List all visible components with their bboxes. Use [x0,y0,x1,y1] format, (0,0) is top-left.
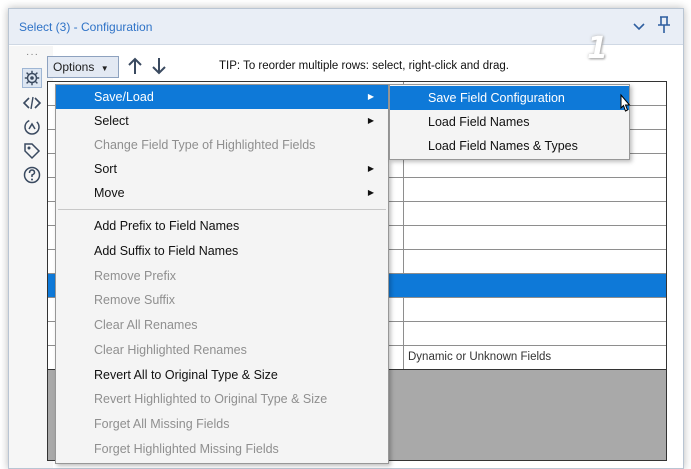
menu-item-label: Forget Highlighted Missing Fields [94,442,279,456]
menu-item-save-load[interactable]: Save/Load ▶ [56,85,388,109]
menu-item-label: Remove Prefix [94,269,176,283]
menu-item-label: Clear Highlighted Renames [94,343,247,357]
dropdown-triangle-icon: ▼ [100,64,109,73]
mouse-pointer-icon [620,93,631,112]
menu-item-clear-highlighted-renames[interactable]: Clear Highlighted Renames [56,338,388,362]
options-label: Options [53,60,95,74]
configuration-gear-icon[interactable] [22,68,42,88]
menu-item-add-prefix[interactable]: Add Prefix to Field Names [56,214,388,238]
menu-item-select[interactable]: Select ▶ [56,109,388,133]
menu-item-remove-suffix[interactable]: Remove Suffix [56,288,388,312]
menu-item-sort[interactable]: Sort ▶ [56,157,388,181]
submenu-arrow-icon: ▶ [367,164,374,173]
submenu-arrow-icon: ▶ [367,92,374,101]
submenu-arrow-icon: ▶ [367,188,374,197]
menu-item-label: Revert Highlighted to Original Type & Si… [94,392,328,406]
menu-item-add-suffix[interactable]: Add Suffix to Field Names [56,239,388,263]
menu-item-label: Move [94,186,125,200]
menu-item-label: Change Field Type of Highlighted Fields [94,138,316,152]
submenu-item-load-field-names-types[interactable]: Load Field Names & Types [390,134,629,158]
move-up-arrow-icon[interactable] [126,56,144,76]
submenu-item-load-field-names[interactable]: Load Field Names [390,110,629,134]
options-menu: Save/Load ▶ Select ▶ Change Field Type o… [55,84,389,464]
menu-item-label: Save/Load [94,90,154,104]
submenu-item-label: Save Field Configuration [428,91,565,105]
menu-item-label: Remove Suffix [94,293,176,307]
menu-item-revert-highlighted[interactable]: Revert Highlighted to Original Type & Si… [56,387,388,411]
save-load-submenu: Save Field Configuration Load Field Name… [389,84,630,160]
menu-item-clear-all-renames[interactable]: Clear All Renames [56,313,388,337]
menu-item-move[interactable]: Move ▶ [56,181,388,205]
menu-item-label: Add Suffix to Field Names [94,244,239,258]
menu-item-label: Clear All Renames [94,318,198,332]
code-icon[interactable] [22,93,42,113]
menu-item-forget-highlighted-missing[interactable]: Forget Highlighted Missing Fields [56,437,388,461]
submenu-item-save-field-configuration[interactable]: Save Field Configuration [390,86,629,110]
pin-icon[interactable] [657,16,671,34]
annotation-badge: 1 [587,31,608,66]
reorder-tip: TIP: To reorder multiple rows: select, r… [219,60,509,72]
dynamic-fields-label: Dynamic or Unknown Fields [408,351,552,363]
chevron-down-icon[interactable] [631,18,647,34]
help-icon[interactable] [22,165,42,185]
tag-icon[interactable] [22,141,42,161]
submenu-item-label: Load Field Names [428,115,530,129]
menu-separator [58,209,386,210]
menu-item-change-field-type[interactable]: Change Field Type of Highlighted Fields [56,133,388,157]
menu-item-label: Forget All Missing Fields [94,417,230,431]
menu-item-remove-prefix[interactable]: Remove Prefix [56,264,388,288]
sidebar-grip-icon: ··· [26,49,39,60]
menu-item-forget-all-missing[interactable]: Forget All Missing Fields [56,412,388,436]
annotation-icon[interactable] [22,117,42,137]
window-title: Select (3) - Configuration [19,20,153,34]
menu-item-revert-all[interactable]: Revert All to Original Type & Size [56,363,388,387]
menu-item-label: Revert All to Original Type & Size [94,368,278,382]
title-bar: Select (3) - Configuration [9,9,683,45]
move-down-arrow-icon[interactable] [150,56,168,76]
submenu-item-label: Load Field Names & Types [428,139,578,153]
menu-item-label: Sort [94,162,117,176]
menu-item-label: Add Prefix to Field Names [94,219,240,233]
options-dropdown-button[interactable]: Options ▼ [47,56,119,78]
submenu-arrow-icon: ▶ [367,116,374,125]
menu-item-label: Select [94,114,129,128]
